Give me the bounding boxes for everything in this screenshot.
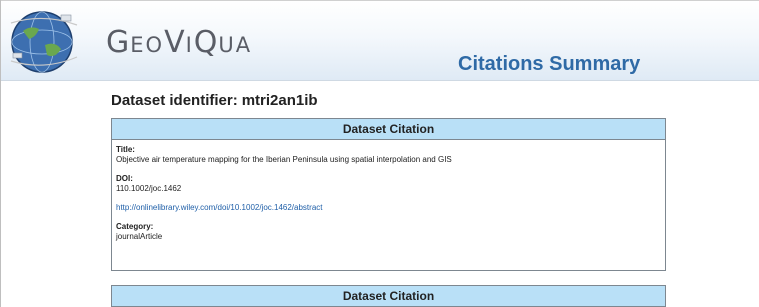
title-value: Objective air temperature mapping for th… — [116, 155, 452, 164]
brand-letters-ua: UA — [218, 33, 253, 57]
globe-logo-icon — [10, 11, 78, 73]
page-header: GEOVIQUA Citations Summary — [1, 1, 759, 81]
geoviqua-logo: GEOVIQUA — [106, 25, 252, 60]
title-label: Title: — [116, 145, 135, 154]
dataset-identifier-label: Dataset identifier: — [111, 92, 238, 109]
brand-letters-eo: EO — [130, 33, 165, 57]
dataset-identifier: Dataset identifier: mtri2an1ib — [111, 92, 318, 109]
brand-letter-g: G — [106, 25, 131, 60]
doi-value: 110.1002/joc.1462 — [116, 184, 182, 193]
brand-letter-v: V — [164, 25, 186, 60]
category-value: journalArticle — [116, 232, 163, 241]
citation-card: Dataset Citation Title: Objective air te… — [111, 118, 666, 271]
citation-card: Dataset Citation — [111, 285, 666, 307]
doi-label: DOI: — [116, 174, 133, 183]
page-title: Citations Summary — [458, 53, 641, 75]
citation-link[interactable]: http://onlinelibrary.wiley.com/doi/10.10… — [116, 203, 322, 212]
citation-body: Title: Objective air temperature mapping… — [112, 140, 665, 247]
brand-letter-i: I — [185, 33, 194, 57]
citation-heading: Dataset Citation — [112, 119, 665, 140]
dataset-identifier-value: mtri2an1ib — [241, 92, 318, 109]
citation-heading: Dataset Citation — [112, 286, 665, 307]
brand-letter-q: Q — [193, 25, 219, 60]
category-label: Category: — [116, 222, 154, 231]
